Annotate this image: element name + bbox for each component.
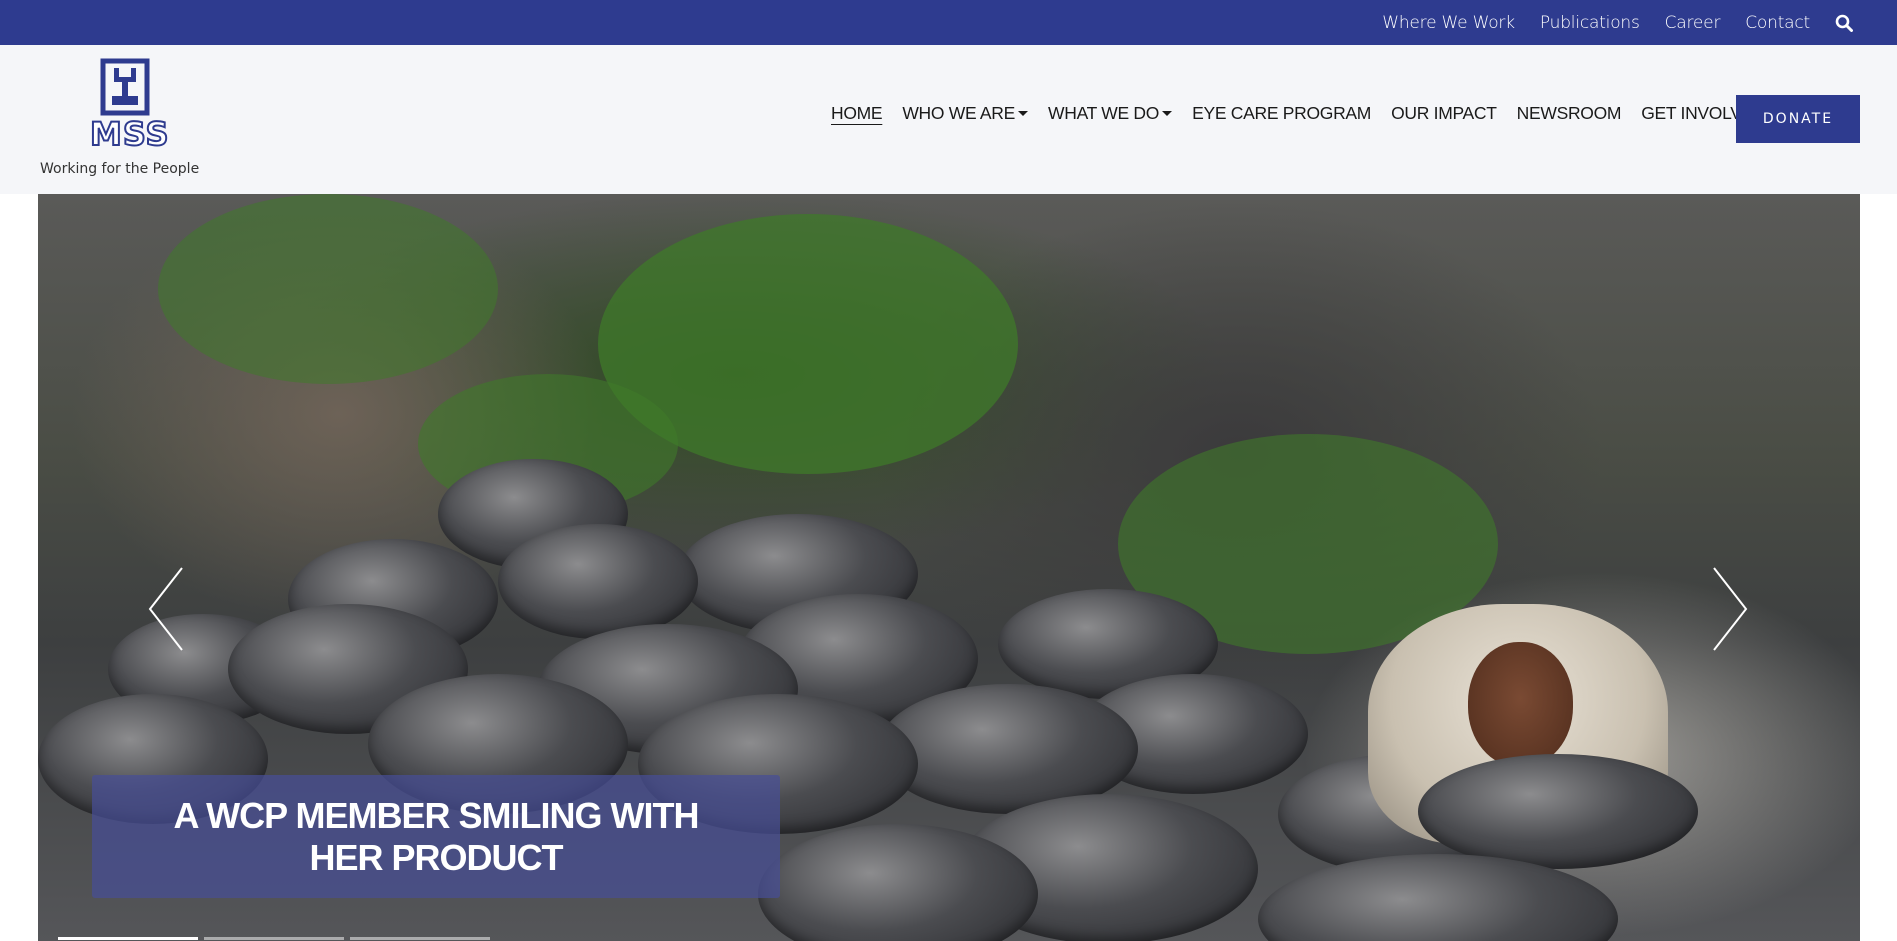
foliage-decor (158, 194, 498, 384)
link-career[interactable]: Career (1665, 13, 1721, 33)
nav-item-label: OUR IMPACT (1391, 102, 1497, 123)
clay-pot (1418, 754, 1698, 869)
nav-item-label: WHAT WE DO (1048, 102, 1160, 123)
woman-face (1468, 642, 1573, 767)
nav-item-label: NEWSROOM (1516, 102, 1622, 123)
main-nav: HOME WHO WE ARE WHAT WE DO EYE CARE PROG… (831, 97, 1785, 129)
caret-down-icon (1018, 111, 1029, 116)
nav-item-who-we-are[interactable]: WHO WE ARE (902, 102, 1029, 124)
caret-down-icon (1162, 111, 1173, 116)
link-where-we-work[interactable]: Where We Work (1382, 13, 1515, 33)
nav-item-label: EYE CARE PROGRAM (1192, 102, 1372, 123)
top-utility-bar: Where We Work Publications Career Contac… (0, 0, 1897, 45)
chevron-left-icon (148, 567, 183, 651)
carousel-next-button[interactable] (1710, 564, 1750, 654)
logo-text: MSS (89, 115, 170, 153)
slide-caption: A WCP MEMBER SMILING WITH HER PRODUCT (92, 775, 780, 898)
nav-item-what-we-do[interactable]: WHAT WE DO (1048, 102, 1173, 124)
logo-tagline: Working for the People (40, 161, 200, 177)
utility-links: Where We Work Publications Career Contac… (1382, 0, 1853, 45)
nav-item-eye-care-program[interactable]: EYE CARE PROGRAM (1192, 103, 1371, 124)
nav-item-our-impact[interactable]: OUR IMPACT (1391, 103, 1497, 124)
nav-item-label: WHO WE ARE (902, 102, 1016, 123)
carousel-indicator[interactable] (204, 937, 344, 940)
clay-pot (498, 524, 698, 639)
search-icon[interactable] (1835, 14, 1853, 32)
site-header: MSS Working for the People HOME WHO WE A… (0, 45, 1897, 194)
chevron-right-icon (1713, 567, 1748, 651)
carousel-indicator[interactable] (350, 937, 490, 940)
carousel-indicator[interactable] (58, 937, 198, 940)
nav-item-home[interactable]: HOME (831, 102, 883, 124)
donate-button[interactable]: DONATE (1736, 95, 1860, 143)
link-contact[interactable]: Contact (1745, 13, 1810, 33)
site-logo[interactable]: MSS Working for the People (38, 58, 210, 180)
nav-item-label: HOME (831, 102, 883, 123)
slide-caption-text: A WCP MEMBER SMILING WITH HER PRODUCT (173, 794, 700, 878)
hero-carousel: A WCP MEMBER SMILING WITH HER PRODUCT (38, 194, 1860, 941)
logo-mark-icon (100, 58, 150, 116)
link-publications[interactable]: Publications (1540, 13, 1640, 33)
carousel-prev-button[interactable] (146, 564, 186, 654)
nav-item-newsroom[interactable]: NEWSROOM (1517, 103, 1622, 124)
carousel-indicators (58, 937, 490, 940)
